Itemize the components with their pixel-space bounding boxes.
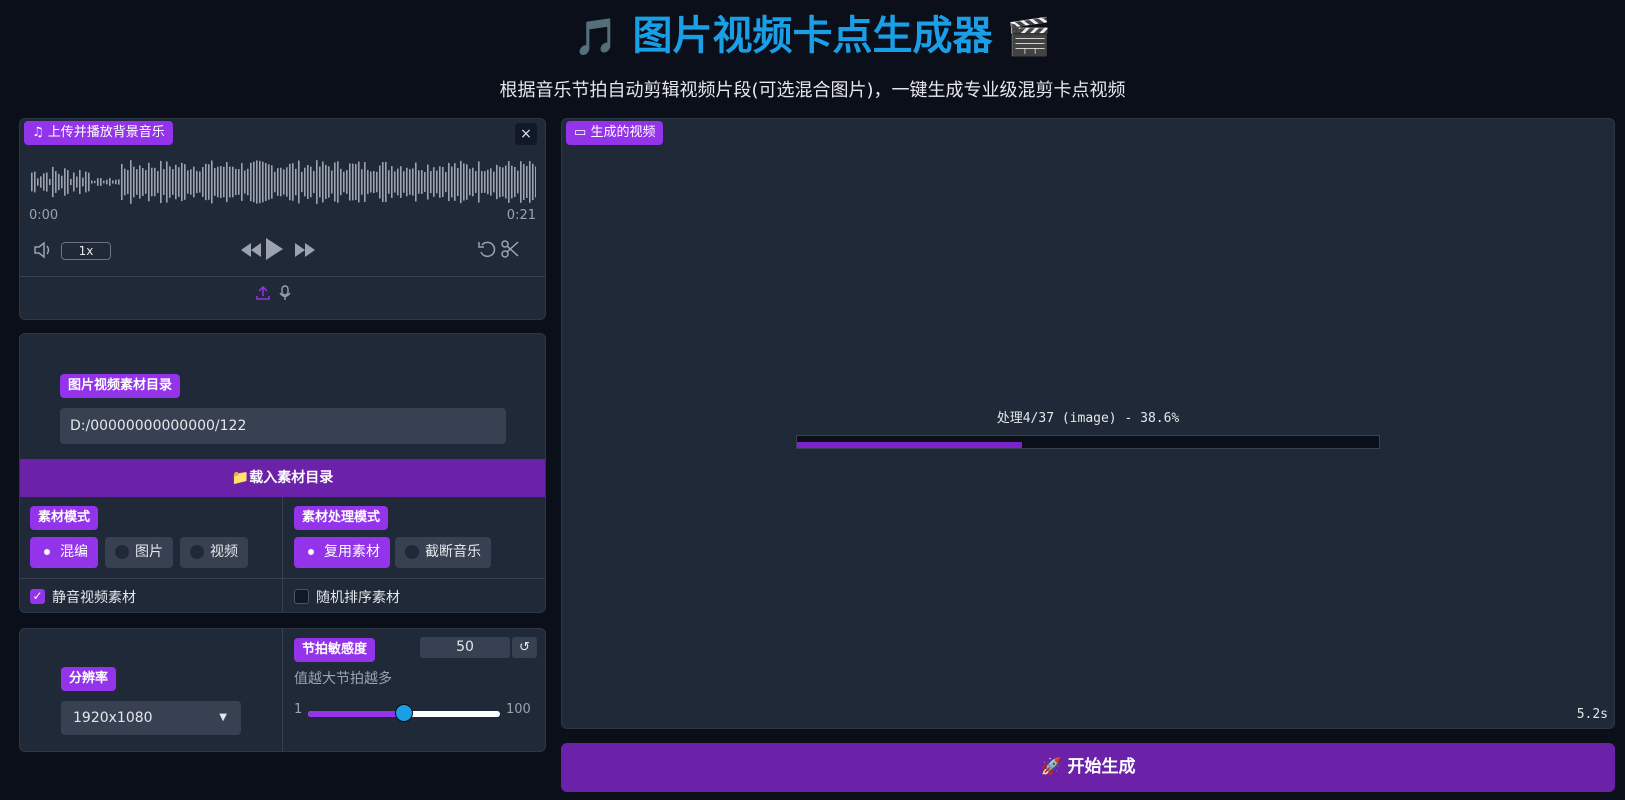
beat-slider[interactable]	[308, 704, 500, 722]
divider	[20, 276, 545, 277]
volume-icon[interactable]	[33, 241, 53, 259]
progress-bar	[796, 435, 1380, 449]
mute-checkbox[interactable]: ✓	[30, 589, 45, 604]
audio-panel: ♫ 上传并播放背景音乐 × 0:00 0:21 1x	[19, 118, 546, 320]
mute-label: 静音视频素材	[52, 590, 136, 606]
progress-text: 处理4/37 (image) - 38.6%	[996, 411, 1180, 426]
process-label: 素材处理模式	[294, 506, 389, 530]
divider	[20, 578, 545, 579]
video-label: ▭ 生成的视频	[566, 121, 664, 145]
radio-dot	[405, 545, 419, 559]
chevron-down-icon: ▼	[219, 712, 227, 723]
load-dir-button[interactable]: 📁载入素材目录	[20, 459, 545, 497]
waveform[interactable]	[30, 159, 536, 205]
beat-label: 节拍敏感度	[294, 638, 376, 662]
rewind-icon[interactable]	[241, 243, 261, 257]
page-subtitle: 根据音乐节拍自动剪辑视频片段(可选混合图片)，一键生成专业级混剪卡点视频	[499, 80, 1126, 101]
beat-hint: 值越大节拍越多	[294, 671, 392, 687]
settings-panel: 分辨率 1920x1080 ▼ 节拍敏感度 50 ↺ 值越大节拍越多 1 100	[19, 628, 546, 752]
microphone-icon[interactable]	[279, 285, 291, 301]
dir-label: 图片视频素材目录	[60, 374, 181, 398]
video-icon: ▭	[574, 125, 587, 140]
radio-dot	[40, 545, 54, 559]
radio-dot	[304, 545, 318, 559]
upload-icon[interactable]	[256, 286, 270, 300]
folder-icon: 📁	[231, 470, 250, 486]
progress-fill	[797, 442, 1022, 448]
dir-input[interactable]: D:/00000000000000/122	[60, 408, 506, 444]
undo-icon[interactable]	[478, 240, 496, 258]
speed-button[interactable]: 1x	[61, 242, 111, 260]
slider-thumb[interactable]	[395, 704, 413, 722]
mode-option-image[interactable]: 图片	[105, 537, 173, 568]
play-icon[interactable]	[264, 237, 284, 261]
mode-option-video[interactable]: 视频	[180, 537, 248, 568]
divider	[282, 629, 283, 751]
process-option-truncate[interactable]: 截断音乐	[395, 537, 491, 568]
video-panel: ▭ 生成的视频 处理4/37 (image) - 38.6% 5.2s	[561, 118, 1615, 729]
mode-label: 素材模式	[30, 506, 99, 530]
reset-icon[interactable]: ↺	[512, 637, 537, 658]
elapsed-time: 5.2s	[1576, 707, 1608, 722]
radio-dot	[190, 545, 204, 559]
close-icon[interactable]: ×	[515, 123, 537, 145]
shuffle-label: 随机排序素材	[316, 590, 400, 606]
audio-label: ♫ 上传并播放背景音乐	[24, 121, 173, 145]
beat-number-input[interactable]: 50	[420, 637, 510, 658]
resolution-label: 分辨率	[61, 667, 117, 691]
page-title: 🎵 图片视频卡点生成器 🎬	[0, 10, 1625, 64]
generate-button[interactable]: 🚀 开始生成	[561, 743, 1615, 792]
music-note-icon: ♫	[32, 125, 44, 140]
fast-forward-icon[interactable]	[295, 243, 315, 257]
clapperboard-icon: 🎬	[1006, 17, 1052, 58]
process-option-reuse[interactable]: 复用素材	[294, 537, 390, 568]
title-text: 图片视频卡点生成器	[632, 13, 993, 59]
shuffle-checkbox[interactable]	[294, 589, 309, 604]
radio-dot	[115, 545, 129, 559]
slider-min: 1	[294, 702, 303, 717]
scissors-icon[interactable]	[501, 240, 519, 258]
slider-fill	[308, 711, 404, 717]
rocket-icon: 🚀	[1040, 757, 1062, 777]
time-start: 0:00	[29, 208, 59, 223]
resolution-select[interactable]: 1920x1080 ▼	[61, 701, 241, 735]
mode-option-mixed[interactable]: 混编	[30, 537, 98, 568]
slider-max: 100	[506, 702, 531, 717]
music-icon: 🎵	[573, 17, 619, 58]
material-panel: 图片视频素材目录 D:/00000000000000/122 📁载入素材目录 素…	[19, 333, 546, 613]
time-end: 0:21	[506, 208, 536, 223]
divider	[282, 497, 283, 612]
